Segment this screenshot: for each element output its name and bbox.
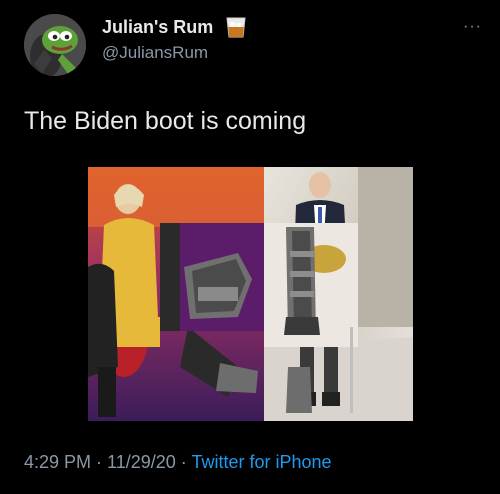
meta-separator: ·	[175, 452, 192, 472]
author-avatar[interactable]	[24, 14, 86, 76]
tweet-source-link[interactable]: Twitter for iPhone	[191, 452, 331, 472]
rum-glass-icon	[225, 15, 247, 39]
more-options-icon[interactable]: ···	[463, 18, 482, 36]
tweet-date[interactable]: 11/29/20	[107, 452, 176, 472]
tweet-meta: 4:29 PM · 11/29/20 · Twitter for iPhone	[24, 452, 332, 473]
tweet-time[interactable]: 4:29 PM	[24, 452, 91, 472]
tweet-media-image[interactable]	[88, 167, 413, 421]
tweet-text: The Biden boot is coming	[24, 107, 307, 135]
author-display-name[interactable]: Julian's Rum	[102, 17, 213, 38]
meta-separator: ·	[91, 452, 108, 472]
frog-avatar-icon	[24, 14, 86, 76]
author-handle[interactable]: @JuliansRum	[102, 43, 208, 63]
